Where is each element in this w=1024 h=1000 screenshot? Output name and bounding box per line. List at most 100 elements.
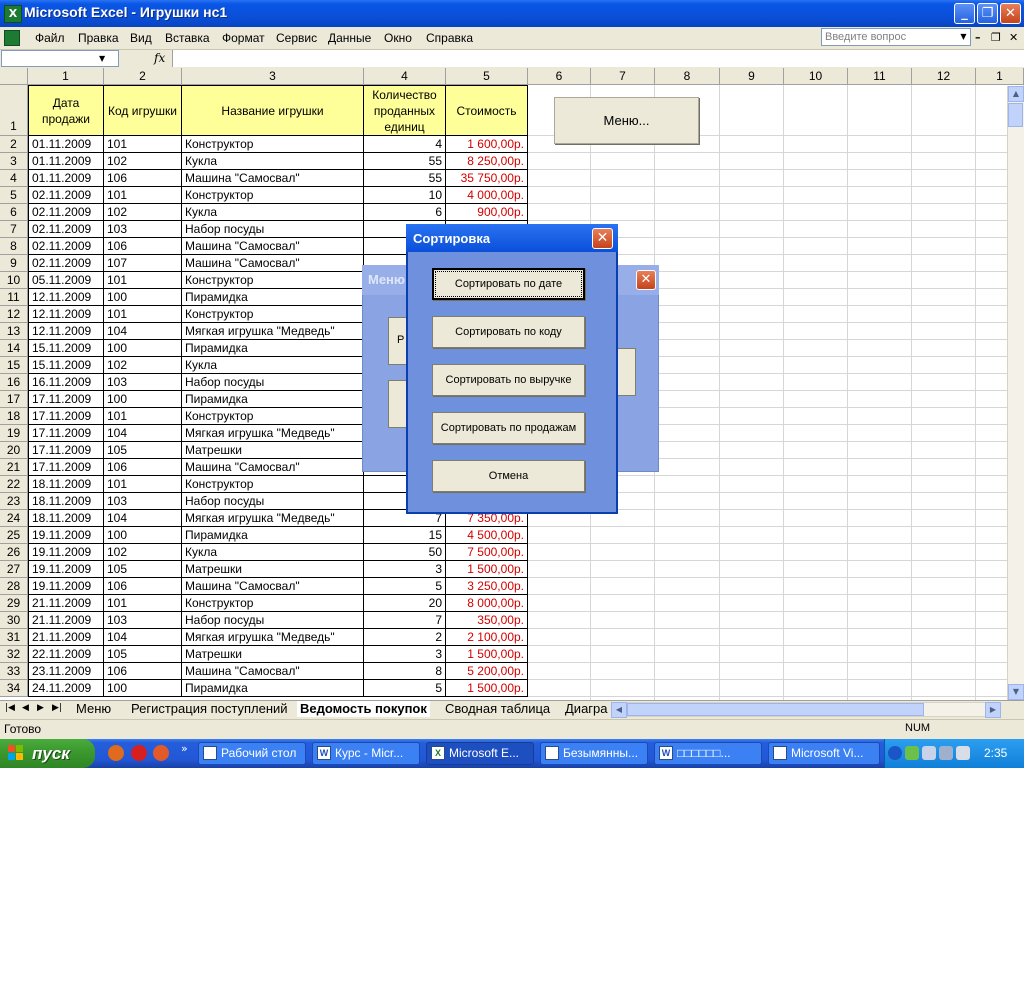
column-header[interactable]: 5	[446, 68, 528, 85]
cell-code[interactable]: 102	[104, 204, 182, 221]
header-cell-cost[interactable]: Стоимость	[446, 85, 528, 136]
cell-qty[interactable]: 5	[364, 680, 446, 697]
cell-name[interactable]: Пирамидка	[182, 289, 364, 306]
column-header[interactable]: 10	[784, 68, 848, 85]
cell-name[interactable]: Пирамидка	[182, 391, 364, 408]
antivirus-icon[interactable]	[956, 746, 970, 760]
cell-code[interactable]: 102	[104, 357, 182, 374]
cell-code[interactable]: 100	[104, 289, 182, 306]
row-header[interactable]: 17	[0, 391, 28, 408]
row-header[interactable]: 2	[0, 136, 28, 153]
cell-name[interactable]: Конструктор	[182, 595, 364, 612]
row-header[interactable]: 21	[0, 459, 28, 476]
cell-name[interactable]: Мягкая игрушка "Медведь"	[182, 425, 364, 442]
doc-restore-button[interactable]: ❐	[991, 31, 1001, 44]
row-header[interactable]: 5	[0, 187, 28, 204]
cell-date[interactable]: 12.11.2009	[28, 323, 104, 340]
cell-name[interactable]: Машина "Самосвал"	[182, 170, 364, 187]
cell-date[interactable]: 18.11.2009	[28, 510, 104, 527]
cell-date[interactable]: 17.11.2009	[28, 442, 104, 459]
menu-edit[interactable]: Правка	[78, 31, 119, 45]
menu-tools[interactable]: Сервис	[276, 31, 317, 45]
cell-date[interactable]: 18.11.2009	[28, 493, 104, 510]
cell-name[interactable]: Конструктор	[182, 187, 364, 204]
cell-qty[interactable]: 3	[364, 561, 446, 578]
cell-code[interactable]: 105	[104, 561, 182, 578]
task-desktop[interactable]: Рабочий стол	[198, 742, 306, 765]
row-header[interactable]: 29	[0, 595, 28, 612]
column-header[interactable]: 12	[912, 68, 976, 85]
cell-date[interactable]: 19.11.2009	[28, 578, 104, 595]
row-header[interactable]: 27	[0, 561, 28, 578]
cell-cost[interactable]: 1 500,00р.	[446, 680, 528, 697]
vertical-scroll-thumb[interactable]	[1008, 103, 1023, 127]
header-cell-code[interactable]: Код игрушки	[104, 85, 182, 136]
cell-code[interactable]: 101	[104, 136, 182, 153]
cell-code[interactable]: 106	[104, 578, 182, 595]
doc-close-button[interactable]: ✕	[1009, 31, 1018, 44]
cell-name[interactable]: Машина "Самосвал"	[182, 238, 364, 255]
scroll-right-button[interactable]: ▶	[985, 702, 1001, 718]
cell-name[interactable]: Мягкая игрушка "Медведь"	[182, 323, 364, 340]
cell-code[interactable]: 101	[104, 476, 182, 493]
sort-by-revenue-button[interactable]: Сортировать по выручке	[432, 364, 585, 396]
sort-by-date-button[interactable]: Сортировать по дате	[432, 268, 585, 300]
cell-cost[interactable]: 4 500,00р.	[446, 527, 528, 544]
cell-cost[interactable]: 1 500,00р.	[446, 561, 528, 578]
cell-name[interactable]: Конструктор	[182, 408, 364, 425]
row-header[interactable]: 26	[0, 544, 28, 561]
cell-cost[interactable]: 2 100,00р.	[446, 629, 528, 646]
column-header[interactable]: 9	[720, 68, 784, 85]
cell-name[interactable]: Матрешки	[182, 561, 364, 578]
cell-date[interactable]: 15.11.2009	[28, 357, 104, 374]
horizontal-scroll-thumb[interactable]	[627, 703, 924, 716]
cell-name[interactable]: Пирамидка	[182, 527, 364, 544]
cell-name[interactable]: Машина "Самосвал"	[182, 578, 364, 595]
row-header[interactable]: 34	[0, 680, 28, 697]
cell-code[interactable]: 101	[104, 272, 182, 289]
opera-icon[interactable]	[131, 745, 147, 761]
cell-code[interactable]: 101	[104, 408, 182, 425]
cell-code[interactable]: 104	[104, 425, 182, 442]
cell-date[interactable]: 02.11.2009	[28, 221, 104, 238]
cell-cost[interactable]: 1 500,00р.	[446, 646, 528, 663]
chevron-right-icon[interactable]: »	[181, 742, 188, 755]
cell-date[interactable]: 17.11.2009	[28, 425, 104, 442]
cell-date[interactable]: 01.11.2009	[28, 170, 104, 187]
cell-date[interactable]: 15.11.2009	[28, 340, 104, 357]
column-header[interactable]: 6	[528, 68, 591, 85]
row-header[interactable]: 3	[0, 153, 28, 170]
cell-date[interactable]: 02.11.2009	[28, 204, 104, 221]
cell-date[interactable]: 21.11.2009	[28, 629, 104, 646]
minimize-button[interactable]: _	[954, 3, 975, 24]
doc-minimize-button[interactable]: –	[975, 31, 981, 44]
cell-date[interactable]: 02.11.2009	[28, 187, 104, 204]
cell-cost[interactable]: 4 000,00р.	[446, 187, 528, 204]
cell-date[interactable]: 24.11.2009	[28, 680, 104, 697]
cell-qty[interactable]: 8	[364, 663, 446, 680]
task-word-course[interactable]: W Курс - Micr...	[312, 742, 420, 765]
cell-qty[interactable]: 6	[364, 204, 446, 221]
cell-name[interactable]: Пирамидка	[182, 340, 364, 357]
row-header[interactable]: 7	[0, 221, 28, 238]
vertical-scrollbar[interactable]	[1007, 86, 1024, 700]
row-header[interactable]: 11	[0, 289, 28, 306]
cell-date[interactable]: 16.11.2009	[28, 374, 104, 391]
cell-code[interactable]: 101	[104, 187, 182, 204]
prev-sheet-icon[interactable]: ◀	[22, 703, 29, 713]
display-icon[interactable]	[922, 746, 936, 760]
formula-input[interactable]	[172, 50, 1024, 67]
row-header[interactable]: 8	[0, 238, 28, 255]
cell-code[interactable]: 100	[104, 340, 182, 357]
scroll-down-button[interactable]: ▼	[1008, 684, 1024, 700]
cell-date[interactable]: 17.11.2009	[28, 459, 104, 476]
cell-date[interactable]: 01.11.2009	[28, 136, 104, 153]
column-header[interactable]: 3	[182, 68, 364, 85]
cell-name[interactable]: Пирамидка	[182, 680, 364, 697]
chevron-left-icon[interactable]	[888, 746, 902, 760]
restore-button[interactable]: ❐	[977, 3, 998, 24]
mail-icon[interactable]	[153, 745, 169, 761]
scroll-left-button[interactable]: ◀	[611, 702, 627, 718]
fx-label[interactable]: fx	[154, 51, 165, 65]
cell-code[interactable]: 106	[104, 238, 182, 255]
